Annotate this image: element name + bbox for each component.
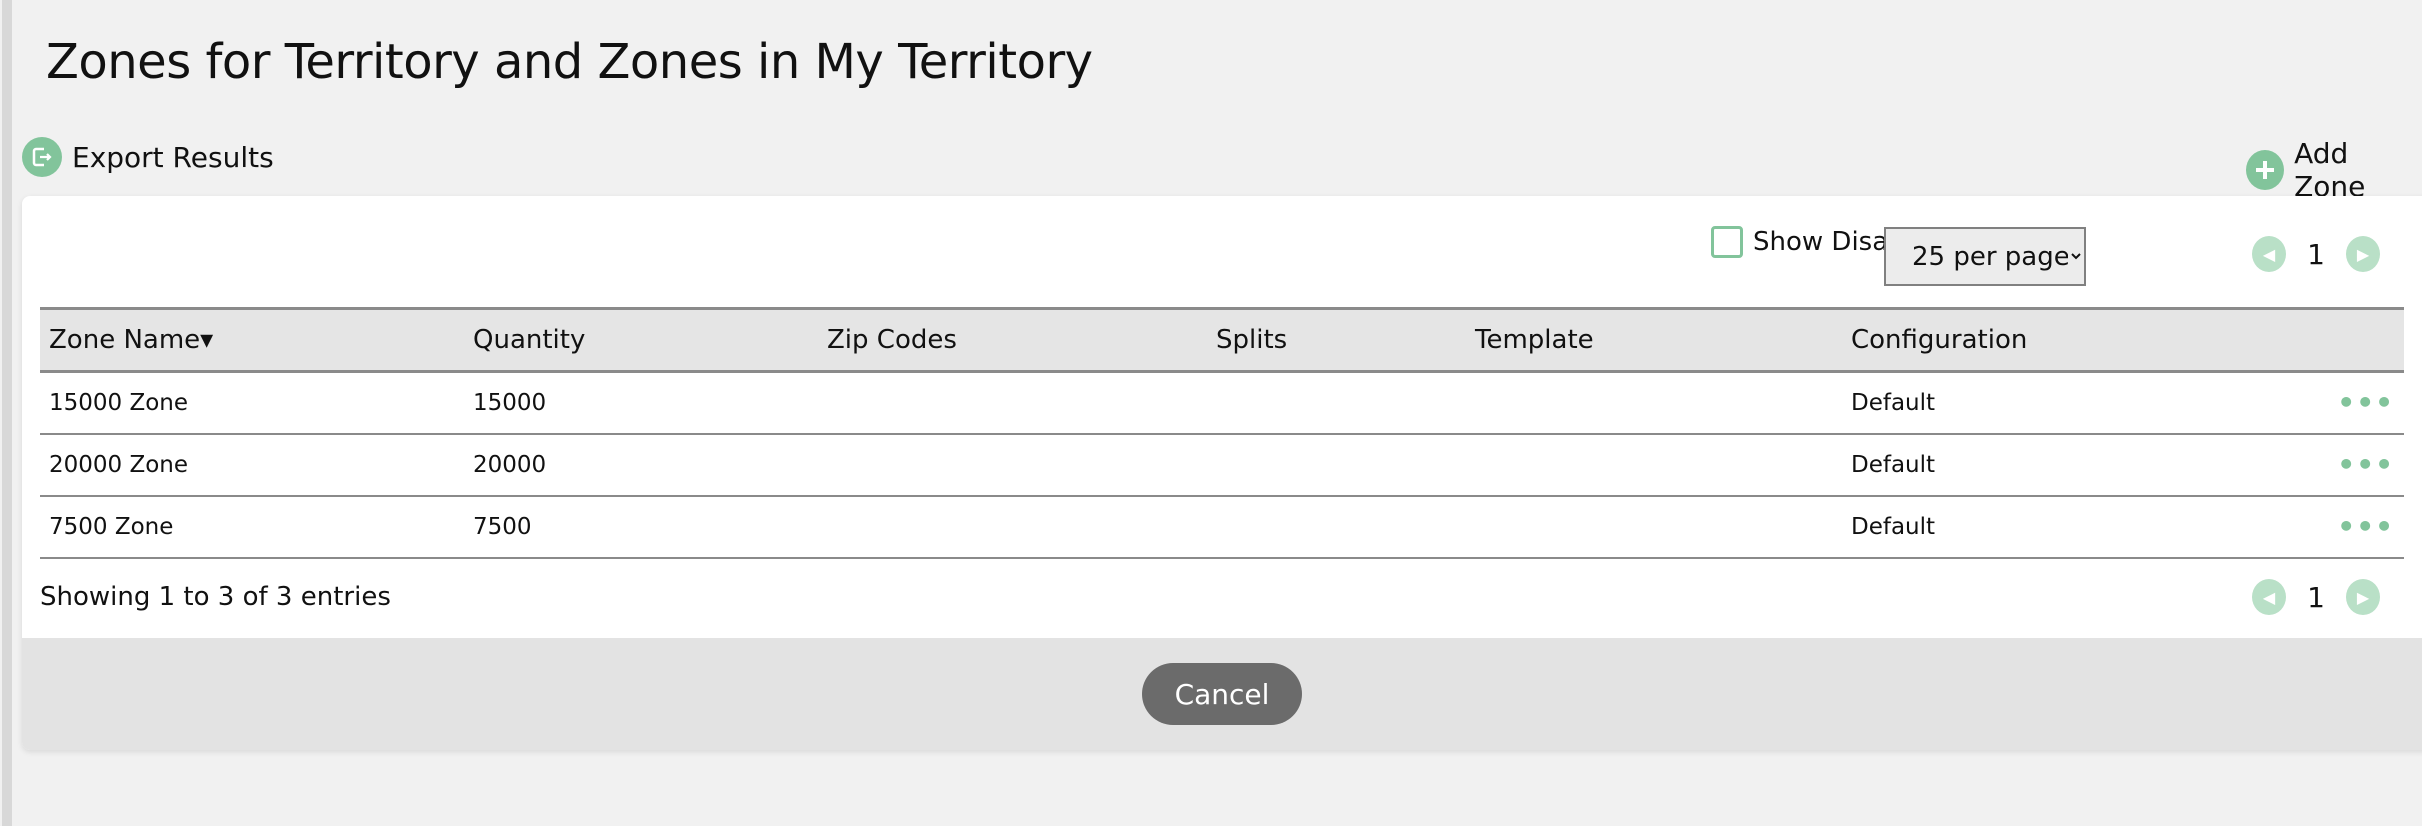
page-title: Zones for Territory and Zones in My Terr… [46,34,1093,90]
table-row: 7500 Zone 7500 Default ••• [40,495,2404,559]
prev-page-icon[interactable]: ◀ [2252,236,2286,272]
column-zip-codes[interactable]: Zip Codes [818,307,1207,373]
plus-icon [2246,150,2285,190]
per-page-select[interactable]: 25 per page [1884,227,2086,286]
cell-template [1466,371,1842,435]
add-zone-button[interactable]: Add Zone [2246,137,2422,203]
export-icon [22,137,62,177]
cell-configuration: Default [1842,495,2322,559]
cell-zip-codes [818,433,1207,497]
cell-zone-name: 20000 Zone [40,433,464,497]
cell-template [1466,433,1842,497]
add-zone-label: Add Zone [2294,137,2366,203]
cell-splits [1207,495,1466,559]
cell-zone-name: 15000 Zone [40,371,464,435]
export-results-label: Export Results [72,140,274,174]
sort-desc-icon: ▾ [200,325,214,355]
column-zone-name[interactable]: Zone Name▾ [40,307,464,373]
export-results-button[interactable]: Export Results [22,137,274,177]
cell-zip-codes [818,495,1207,559]
cell-splits [1207,433,1466,497]
entries-info: Showing 1 to 3 of 3 entries [40,582,391,612]
pagination-top: ◀ 1 ▶ [2252,236,2380,272]
pagination-bottom: ◀ 1 ▶ [2252,579,2380,615]
cell-quantity: 7500 [464,495,818,559]
column-quantity[interactable]: Quantity [464,307,818,373]
checkbox-box[interactable] [1711,226,1743,258]
column-template[interactable]: Template [1466,307,1842,373]
next-page-icon[interactable]: ▶ [2346,236,2380,272]
table-header-row: Zone Name▾ Quantity Zip Codes Splits Tem… [40,307,2404,373]
cancel-button[interactable]: Cancel [1142,663,1302,725]
cell-quantity: 20000 [464,433,818,497]
row-menu-icon[interactable]: ••• [2322,495,2404,559]
row-menu-icon[interactable]: ••• [2322,371,2404,435]
column-actions [2322,307,2404,373]
zones-table: Zone Name▾ Quantity Zip Codes Splits Tem… [40,307,2404,559]
cell-configuration: Default [1842,433,2322,497]
table-row: 20000 Zone 20000 Default ••• [40,433,2404,497]
current-page[interactable]: 1 [2286,581,2346,614]
column-splits[interactable]: Splits [1207,307,1466,373]
table-row: 15000 Zone 15000 Default ••• [40,371,2404,435]
current-page[interactable]: 1 [2286,238,2346,271]
zones-card: Show Disabled 25 per page ◀ 1 ▶ Zone Nam… [22,196,2422,750]
cell-quantity: 15000 [464,371,818,435]
sidebar-edge [0,0,12,826]
cell-splits [1207,371,1466,435]
prev-page-icon[interactable]: ◀ [2252,579,2286,615]
row-menu-icon[interactable]: ••• [2322,433,2404,497]
cell-configuration: Default [1842,371,2322,435]
header-label: Zone Name [49,325,201,355]
cell-zone-name: 7500 Zone [40,495,464,559]
column-configuration[interactable]: Configuration [1842,307,2322,373]
next-page-icon[interactable]: ▶ [2346,579,2380,615]
cell-zip-codes [818,371,1207,435]
cell-template [1466,495,1842,559]
